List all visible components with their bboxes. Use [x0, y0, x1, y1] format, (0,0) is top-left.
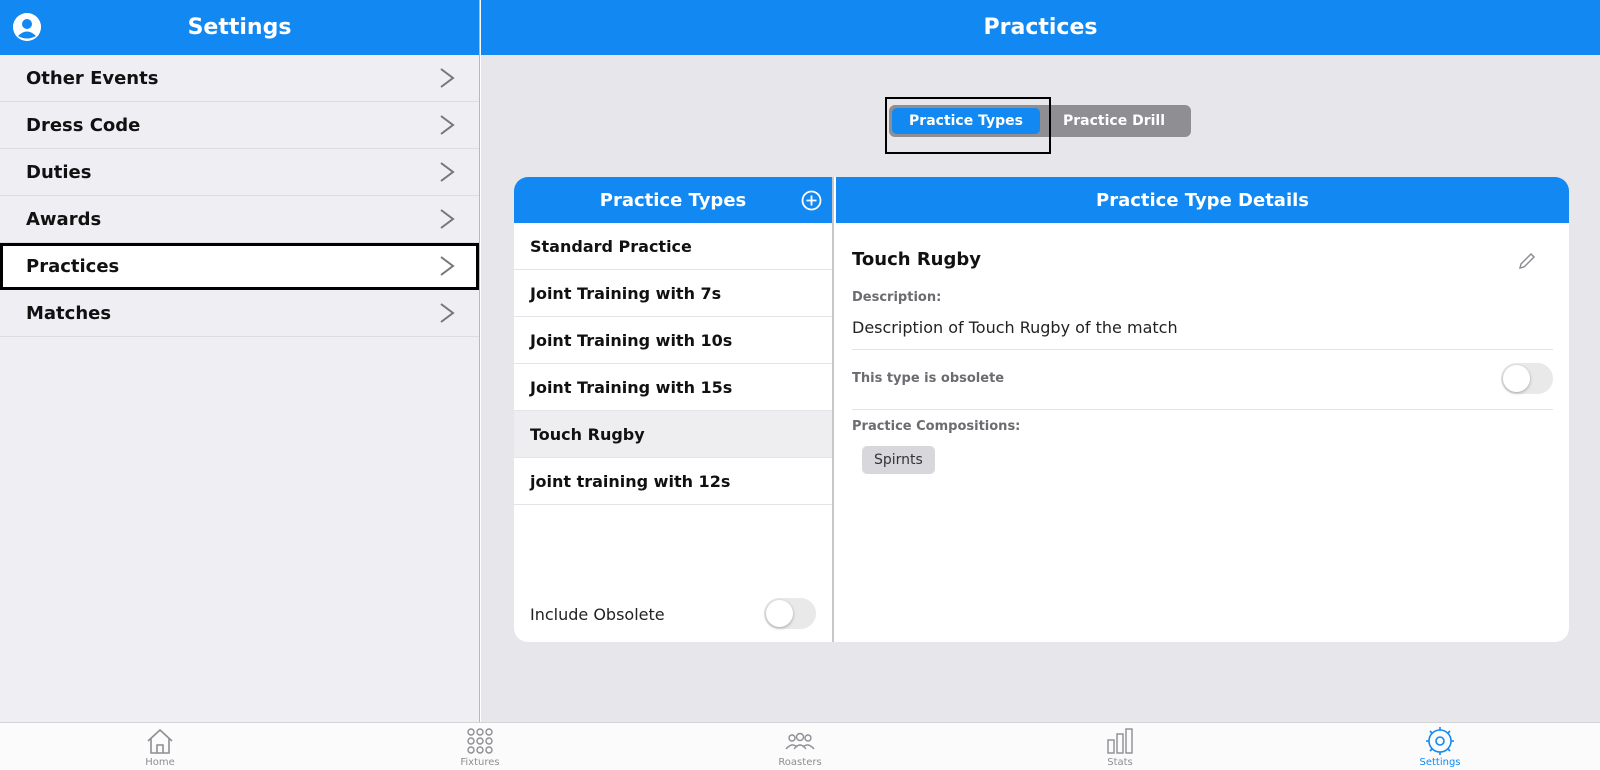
sidebar-item-label: Other Events	[26, 67, 159, 89]
sidebar-item-label: Matches	[26, 302, 112, 324]
list-item-label: Touch Rugby	[530, 424, 645, 444]
focus-outline	[885, 97, 1051, 154]
add-icon[interactable]	[801, 190, 822, 211]
list-item[interactable]: joint training with 12s	[514, 458, 832, 505]
settings-sidebar: Settings Other Events Dress Code Duties …	[0, 0, 480, 722]
sidebar-item-other-events[interactable]: Other Events	[0, 55, 479, 102]
profile-avatar-icon[interactable]	[13, 13, 41, 41]
chevron-right-icon	[440, 162, 455, 182]
sidebar-item-matches[interactable]: Matches	[0, 290, 479, 337]
practices-main: Practices Practice Types Practice Drill …	[481, 0, 1600, 722]
practice-types-list: Practice Types Standard Practice Joint T…	[514, 177, 834, 642]
tab-label: Roasters	[778, 757, 822, 768]
practice-type-name: Touch Rugby	[852, 249, 981, 270]
sidebar-header: Settings	[0, 0, 479, 55]
tab-settings[interactable]: Settings	[1380, 723, 1500, 770]
bottom-tab-bar: Home Fixtures Roasters Stats Settings	[0, 722, 1600, 770]
page-title: Practices	[983, 15, 1098, 40]
chevron-right-icon	[440, 209, 455, 229]
divider	[852, 349, 1553, 350]
sidebar-item-dress-code[interactable]: Dress Code	[0, 102, 479, 149]
sidebar-item-label: Practices	[26, 255, 120, 277]
sidebar-item-label: Awards	[26, 208, 102, 230]
divider	[852, 409, 1553, 410]
chevron-right-icon	[440, 303, 455, 323]
sidebar-item-duties[interactable]: Duties	[0, 149, 479, 196]
sidebar-item-practices[interactable]: Practices	[0, 243, 479, 290]
list-item-label: Standard Practice	[530, 236, 692, 256]
list-item-label: joint training with 12s	[530, 471, 731, 491]
list-item-selected[interactable]: Touch Rugby	[514, 411, 832, 458]
list-item[interactable]: Standard Practice	[514, 223, 832, 270]
gear-icon	[1426, 727, 1454, 755]
list-item-label: Joint Training with 10s	[530, 330, 733, 350]
practice-type-details: Practice Type Details Touch Rugby Descri…	[836, 177, 1569, 642]
toggle-knob	[766, 600, 793, 627]
sidebar-item-label: Dress Code	[26, 114, 141, 136]
compositions-label: Practice Compositions:	[852, 419, 1021, 434]
toggle-knob	[1503, 365, 1530, 392]
tab-fixtures[interactable]: Fixtures	[420, 723, 540, 770]
list-item[interactable]: Joint Training with 10s	[514, 317, 832, 364]
chevron-right-icon	[440, 256, 455, 276]
obsolete-toggle[interactable]	[1501, 363, 1553, 394]
obsolete-label: This type is obsolete	[852, 371, 1005, 386]
tab-home[interactable]: Home	[100, 723, 220, 770]
chevron-right-icon	[440, 115, 455, 135]
list-item[interactable]: Joint Training with 7s	[514, 270, 832, 317]
tab-label: Fixtures	[460, 757, 500, 768]
tab-stats[interactable]: Stats	[1060, 723, 1180, 770]
sidebar-item-awards[interactable]: Awards	[0, 196, 479, 243]
include-obsolete-toggle[interactable]	[764, 598, 816, 629]
pencil-edit-icon[interactable]	[1517, 251, 1537, 271]
home-icon	[147, 728, 173, 754]
description-value: Description of Touch Rugby of the match	[852, 318, 1178, 337]
sidebar-title: Settings	[187, 15, 292, 40]
detail-header: Practice Type Details	[836, 177, 1569, 223]
tab-label: Settings	[1419, 757, 1461, 768]
composition-chip[interactable]: Spirnts	[862, 446, 935, 474]
list-item-label: Joint Training with 7s	[530, 283, 722, 303]
grid-dots-icon	[467, 728, 493, 754]
practice-card: Practice Types Standard Practice Joint T…	[514, 177, 1569, 642]
description-label: Description:	[852, 290, 942, 305]
tab-roasters[interactable]: Roasters	[740, 723, 860, 770]
sidebar-item-label: Duties	[26, 161, 92, 183]
segment-practice-drill[interactable]: Practice Drill	[1040, 108, 1188, 134]
detail-header-title: Practice Type Details	[1096, 189, 1309, 211]
tab-label: Home	[145, 757, 175, 768]
list-item[interactable]: Joint Training with 15s	[514, 364, 832, 411]
include-obsolete-label: Include Obsolete	[530, 604, 665, 624]
people-icon	[785, 732, 815, 750]
tab-label: Stats	[1107, 757, 1133, 768]
main-header: Practices	[481, 0, 1600, 55]
list-header: Practice Types	[514, 177, 832, 223]
list-item-label: Joint Training with 15s	[530, 377, 733, 397]
bar-chart-icon	[1107, 728, 1133, 754]
include-obsolete-row: Include Obsolete	[514, 594, 834, 634]
list-title: Practice Types	[599, 189, 747, 211]
chevron-right-icon	[440, 68, 455, 88]
